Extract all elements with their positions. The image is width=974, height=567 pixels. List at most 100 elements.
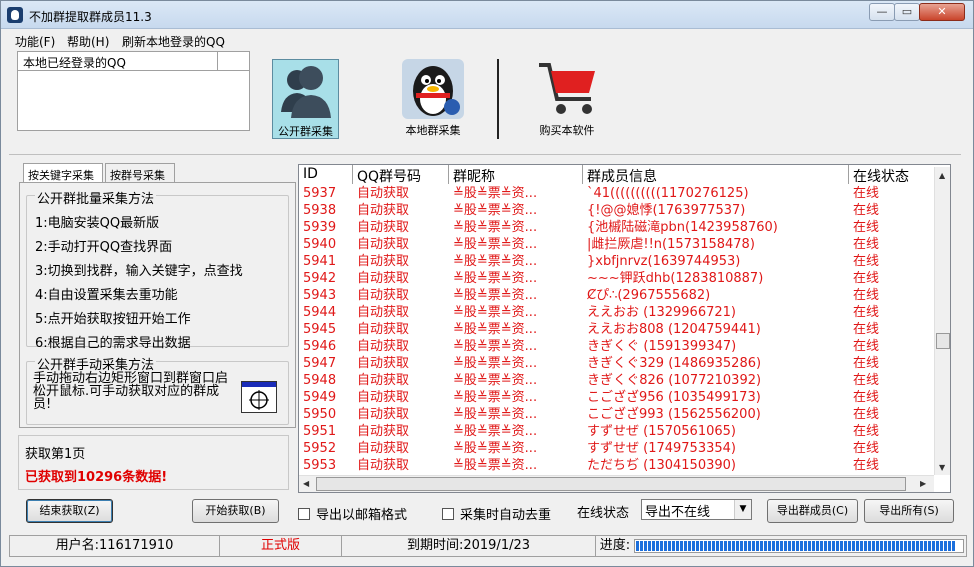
menu-function[interactable]: 功能(F) [15, 33, 55, 50]
members-grid[interactable]: ID QQ群号码 群昵称 群成员信息 在线状态 5937 自动获取 ≚股≚票≚资..… [298, 164, 951, 493]
column-header-id[interactable]: ID [299, 165, 353, 184]
cell-group-nickname: ≚股≚票≚资... [453, 373, 538, 388]
cell-group-number: 自动获取 [357, 373, 410, 388]
cell-member-info: `41((((((((((1170276125) [587, 186, 749, 201]
cell-member-info: ただちぢ (1304150390) [587, 458, 736, 473]
tab-keyword-collect[interactable]: 按关键字采集 [23, 163, 103, 184]
column-header-online-status[interactable]: 在线状态 [849, 165, 935, 184]
table-row[interactable]: 5945 自动获取 ≚股≚票≚资... ええおお808 (1204759441) 在线 [299, 321, 935, 338]
crosshair-icon [249, 390, 269, 410]
public-group-collect-button[interactable]: 公开群采集 [272, 59, 339, 139]
scroll-down-icon[interactable]: ▼ [939, 463, 945, 472]
scroll-up-icon[interactable]: ▲ [939, 171, 945, 180]
cell-group-nickname: ≚股≚票≚资... [453, 356, 538, 371]
online-status-select[interactable]: 导出不在线 ▼ [641, 499, 752, 520]
scroll-left-icon[interactable]: ◀ [303, 479, 309, 488]
cell-group-number: 自动获取 [357, 220, 410, 235]
cell-online-status: 在线 [853, 373, 880, 388]
online-status-value: 导出不在线 [645, 505, 711, 520]
grid-horizontal-scrollbar[interactable]: ◀ ▶ [299, 475, 934, 492]
table-row[interactable]: 5942 自动获取 ≚股≚票≚资... ~~~钾跃dhb(1283810887) 在线 [299, 270, 935, 287]
cell-group-nickname: ≚股≚票≚资... [453, 441, 538, 456]
export-email-checkbox[interactable]: 导出以邮箱格式 [298, 504, 407, 523]
table-row[interactable]: 5953 自动获取 ≚股≚票≚资... ただちぢ (1304150390) 在线 [299, 457, 935, 474]
table-row[interactable]: 5949 自动获取 ≚股≚票≚资... こござざ956 (1035499173) 在线 [299, 389, 935, 406]
window-finder-drag-icon[interactable] [241, 381, 277, 413]
window-title: 不加群提取群成员11.3 [29, 10, 152, 24]
cell-member-info: すずせぜ (1570561065) [587, 424, 736, 439]
local-qq-list[interactable]: 本地已经登录的QQ [17, 51, 250, 131]
cell-group-number: 自动获取 [357, 186, 410, 201]
cell-group-nickname: ≚股≚票≚资... [453, 237, 538, 252]
cell-group-nickname: ≚股≚票≚资... [453, 458, 538, 473]
online-status-label: 在线状态 [577, 506, 630, 521]
table-row[interactable]: 5941 自动获取 ≚股≚票≚资...}xbfjnrvz(1639744953) 在线 [299, 253, 935, 270]
menu-help[interactable]: 帮助(H) [67, 33, 109, 50]
local-qq-list-header-extra [218, 52, 249, 71]
close-button[interactable]: ✕ [919, 3, 965, 21]
cell-group-number: 自动获取 [357, 254, 410, 269]
maximize-button[interactable]: ▭ [894, 3, 920, 21]
minimize-button[interactable]: — [869, 3, 895, 21]
checkbox-box[interactable] [442, 508, 454, 520]
cell-id: 5951 [303, 424, 337, 439]
cell-online-status: 在线 [853, 390, 880, 405]
cell-group-nickname: ≚股≚票≚资... [453, 288, 538, 303]
cell-member-info: こござざ956 (1035499173) [587, 390, 761, 405]
chevron-down-icon[interactable]: ▼ [734, 500, 751, 519]
table-row[interactable]: 5950 自动获取 ≚股≚票≚资... こござざ993 (1562556200) 在线 [299, 406, 935, 423]
table-row[interactable]: 5952 自动获取 ≚股≚票≚资... すずせぜ (1749753354) 在线 [299, 440, 935, 457]
cell-member-info: Ȼぴ∴(2967555682) [587, 288, 711, 303]
stop-collect-button[interactable]: 结束获取(Z) [26, 499, 113, 523]
progress-fill [636, 541, 955, 551]
status-progress-label: 进度: [599, 538, 631, 553]
table-row[interactable]: 5943 自动获取 ≚股≚票≚资... Ȼぴ∴(2967555682) 在线 [299, 287, 935, 304]
column-header-group-number[interactable]: QQ群号码 [353, 165, 449, 184]
table-row[interactable]: 5939 自动获取 ≚股≚票≚资... {池槭陆磁滝pbn(1423958760) 在线 [299, 219, 935, 236]
cell-id: 5937 [303, 186, 337, 201]
cell-id: 5950 [303, 407, 337, 422]
cell-id: 5947 [303, 356, 337, 371]
table-row[interactable]: 5937 自动获取 ≚股≚票≚资... `41((((((((((1170276125… [299, 185, 935, 202]
grid-vertical-scrollbar[interactable]: ▲ ▼ [934, 167, 950, 475]
toolbar-separator [497, 59, 499, 139]
export-all-button[interactable]: 导出所有(S) [864, 499, 954, 523]
auto-dedupe-checkbox[interactable]: 采集时自动去重 [442, 504, 551, 523]
cell-group-nickname: ≚股≚票≚资... [453, 254, 538, 269]
table-row[interactable]: 5944 自动获取 ≚股≚票≚资... ええおお (1329966721) 在线 [299, 304, 935, 321]
local-group-collect-label: 本地群采集 [405, 124, 461, 137]
cell-id: 5946 [303, 339, 337, 354]
table-row[interactable]: 5938 自动获取 ≚股≚票≚资... {!@@媳悸(1763977537) 在线 [299, 202, 935, 219]
maximize-icon: ▭ [901, 5, 913, 18]
buy-software-button[interactable]: 购买本软件 [529, 59, 605, 139]
table-row[interactable]: 5947 自动获取 ≚股≚票≚资... きぎくぐ329 (1486935286) 在线 [299, 355, 935, 372]
tab-group-number-collect[interactable]: 按群号采集 [105, 163, 175, 183]
checkbox-box[interactable] [298, 508, 310, 520]
table-row[interactable]: 5946 自动获取 ≚股≚票≚资... きぎくぐ (1591399347) 在线 [299, 338, 935, 355]
export-members-button[interactable]: 导出群成员(C) [767, 499, 858, 523]
cell-id: 5948 [303, 373, 337, 388]
local-group-collect-button[interactable]: 本地群采集 [397, 59, 469, 139]
cell-id: 5940 [303, 237, 337, 252]
local-qq-list-header: 本地已经登录的QQ [18, 52, 218, 71]
cell-id: 5939 [303, 220, 337, 235]
table-row[interactable]: 5940 自动获取 ≚股≚票≚资... |雌拦厥虐!!n(1573158478) 在线 [299, 236, 935, 253]
scroll-right-icon[interactable]: ▶ [920, 479, 926, 488]
column-header-group-nickname[interactable]: 群昵称 [449, 165, 583, 184]
vertical-scroll-thumb[interactable] [936, 333, 950, 349]
batch-method-group: 公开群批量采集方法 1:电脑安装QQ最新版 2:手动打开QQ查找界面 3:切换到… [26, 188, 289, 351]
batch-step: 4:自由设置采集去重功能 [35, 288, 178, 303]
cell-group-number: 自动获取 [357, 203, 410, 218]
progress-bar [634, 539, 964, 553]
horizontal-scroll-thumb[interactable] [316, 477, 906, 491]
table-row[interactable]: 5948 自动获取 ≚股≚票≚资... きぎくぐ826 (1077210392) 在线 [299, 372, 935, 389]
minimize-icon: — [876, 5, 888, 18]
cell-member-info: }xbfjnrvz(1639744953) [587, 254, 741, 269]
column-header-member-info[interactable]: 群成员信息 [583, 165, 849, 184]
table-row[interactable]: 5951 自动获取 ≚股≚票≚资... すずせぜ (1570561065) 在线 [299, 423, 935, 440]
cell-member-info: {池槭陆磁滝pbn(1423958760) [587, 220, 778, 235]
cell-online-status: 在线 [853, 458, 880, 473]
close-icon: ✕ [937, 5, 947, 18]
menu-refresh-local-qq[interactable]: 刷新本地登录的QQ [122, 33, 225, 50]
start-collect-button[interactable]: 开始获取(B) [192, 499, 279, 523]
